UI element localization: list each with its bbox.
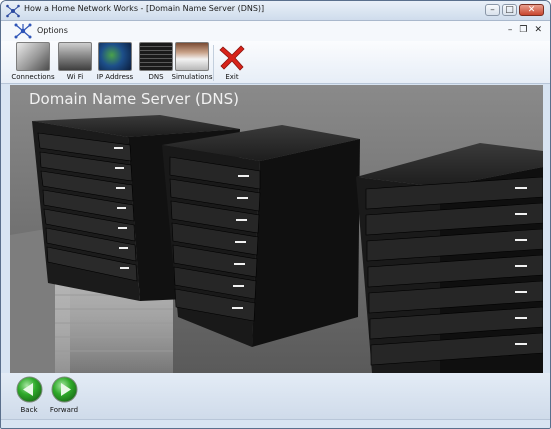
connections-button[interactable]: Connections <box>11 42 55 83</box>
mdi-restore-button[interactable]: ❐ <box>519 25 527 35</box>
connections-thumbnail <box>16 42 50 71</box>
back-button[interactable]: Back <box>9 376 49 418</box>
server-racks-illustration <box>10 85 543 373</box>
close-button[interactable]: ✕ <box>519 4 544 16</box>
window-title: How a Home Network Works - [Domain Name … <box>24 4 265 13</box>
window-controls: – □ ✕ <box>485 4 544 17</box>
menu-bar: Options – ❐ ✕ <box>1 21 550 41</box>
title-bar: How a Home Network Works - [Domain Name … <box>1 1 550 21</box>
simulations-thumbnail <box>175 42 209 71</box>
simulations-label: Simulations <box>171 73 213 81</box>
mdi-minimize-button[interactable]: – <box>508 25 513 35</box>
dns-thumbnail <box>139 42 173 71</box>
wifi-thumbnail <box>58 42 92 71</box>
ip-address-button[interactable]: IP Address <box>96 42 134 83</box>
network-logo-icon <box>14 23 32 39</box>
navigation-bar: Back Forward <box>1 373 550 419</box>
toolbar-separator <box>213 45 214 81</box>
forward-button[interactable]: Forward <box>44 376 84 418</box>
minimize-button[interactable]: – <box>485 4 500 16</box>
red-x-icon <box>219 45 245 71</box>
forward-label: Forward <box>49 406 79 414</box>
exit-label: Exit <box>225 73 239 81</box>
forward-arrow-icon <box>51 376 77 403</box>
wifi-button[interactable]: Wi Fi <box>56 42 94 83</box>
mdi-controls: – ❐ ✕ <box>508 25 542 35</box>
wifi-label: Wi Fi <box>66 73 84 81</box>
ip-address-thumbnail <box>98 42 132 71</box>
app-window: How a Home Network Works - [Domain Name … <box>0 0 551 429</box>
mdi-close-button[interactable]: ✕ <box>534 25 542 35</box>
ip-address-label: IP Address <box>96 73 134 81</box>
status-strip <box>1 419 550 428</box>
page-title: Domain Name Server (DNS) <box>29 90 239 108</box>
dns-scene: Domain Name Server (DNS) <box>10 85 543 373</box>
network-app-icon <box>6 4 20 18</box>
back-label: Back <box>20 406 38 414</box>
maximize-button[interactable]: □ <box>502 4 517 16</box>
options-menu[interactable]: Options <box>37 26 68 35</box>
simulations-button[interactable]: Simulations <box>171 42 213 83</box>
back-arrow-icon <box>16 376 42 403</box>
exit-button[interactable]: Exit <box>217 42 247 83</box>
main-toolbar: Connections Wi Fi IP Address DNS Simulat… <box>1 41 550 84</box>
dns-button[interactable]: DNS <box>137 42 175 83</box>
connections-label: Connections <box>11 73 55 81</box>
dns-label: DNS <box>148 73 164 81</box>
